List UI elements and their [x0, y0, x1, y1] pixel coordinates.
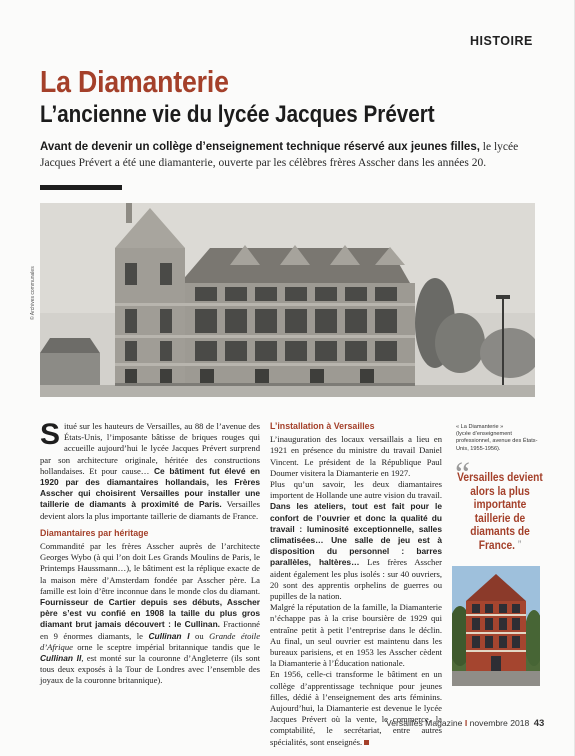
- heritage-text-3: ou: [189, 630, 210, 641]
- modern-building-photo: [452, 566, 540, 686]
- page-footer: Versailles Magazine I novembre 2018 43: [386, 718, 544, 729]
- article-standfirst: Avant de devenir un collège d’enseigneme…: [40, 139, 535, 171]
- today-paragraph: En 1956, celle-ci transforme le bâtiment…: [270, 669, 442, 747]
- quote-close-mark: ”: [517, 538, 522, 552]
- article-column-1: Situé sur les hauteurs de Versailles, au…: [40, 418, 260, 687]
- heritage-paragraph: Commandité par les frères Asscher auprès…: [40, 541, 260, 687]
- section-tag: HISTOIRE: [470, 34, 533, 48]
- subhead-diamantaires: Diamantaires par héritage: [40, 527, 149, 539]
- pull-quote: Versailles devient alors la plus importa…: [456, 471, 544, 553]
- article-column-2: L’installation à Versailles L’inaugurati…: [270, 421, 442, 748]
- title-rule: [40, 185, 122, 190]
- caption-text: (lycée d’enseignement professionnel, ave…: [456, 431, 538, 452]
- caption-title: « La Diamanterie »: [456, 424, 504, 430]
- subhead-installation: L’installation à Versailles: [270, 421, 375, 432]
- historic-building-photo: [40, 203, 535, 397]
- issue-date: novembre 2018: [469, 718, 530, 728]
- cullinan-2: Cullinan II: [40, 653, 82, 664]
- magazine-name: Versailles Magazine: [386, 718, 463, 728]
- footer-separator: I: [464, 718, 468, 728]
- workshop-text: Plus qu’un savoir, les deux diamantaires…: [270, 479, 442, 501]
- heritage-text-4: orne le sceptre impérial britannique tan…: [72, 641, 260, 652]
- cullinan-1: Cullinan I: [148, 630, 190, 641]
- intro-paragraph: Situé sur les hauteurs de Versailles, au…: [40, 418, 260, 522]
- workshop-paragraph: Plus qu’un savoir, les deux diamantaires…: [270, 479, 442, 602]
- pull-quote-text: Versailles devient alors la plus importa…: [457, 471, 543, 552]
- end-of-article-mark: [364, 739, 370, 745]
- standfirst-lead: Avant de devenir un collège d’enseigneme…: [40, 141, 480, 153]
- page-number: 43: [533, 718, 545, 729]
- photo-credit: © Archives communales: [30, 266, 36, 320]
- photo-caption: « La Diamanterie » (lycée d’enseignement…: [456, 424, 540, 453]
- today-text: En 1956, celle-ci transforme le bâtiment…: [270, 669, 442, 747]
- crisis-paragraph: Malgré la réputation de la famille, la D…: [270, 602, 442, 669]
- magazine-page: HISTOIRE La Diamanterie L’ancienne vie d…: [0, 0, 575, 756]
- heritage-text: Commandité par les frères Asscher auprès…: [40, 541, 260, 596]
- article-title: La Diamanterie: [40, 64, 229, 99]
- drop-cap: S: [40, 418, 61, 451]
- article-subtitle: L’ancienne vie du lycée Jacques Prévert: [40, 101, 435, 128]
- inauguration-paragraph: L’inauguration des locaux versaillais a …: [270, 434, 442, 478]
